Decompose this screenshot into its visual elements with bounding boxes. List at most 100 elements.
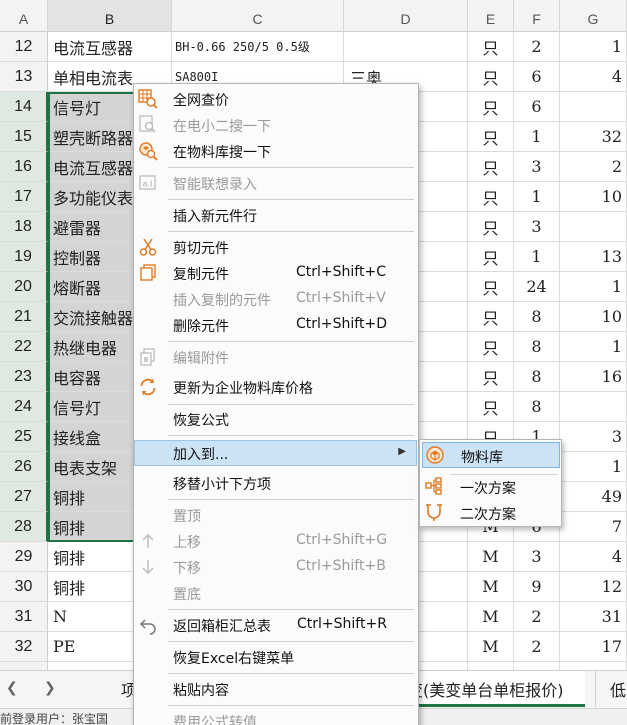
row-header[interactable]: 30 [0,572,48,602]
row-header[interactable]: 23 [0,362,48,392]
cell-e[interactable]: 只 [468,362,514,392]
row-header[interactable]: 21 [0,302,48,332]
row-header[interactable]: 31 [0,602,48,632]
cell-g[interactable]: 3 [560,422,627,452]
cell-e[interactable]: 只 [468,122,514,152]
cell-f[interactable]: 24 [514,272,560,302]
menu-item-restore-formula[interactable]: 恢复公式 [134,406,418,432]
cell-e[interactable]: 只 [468,242,514,272]
cell-e[interactable]: 只 [468,392,514,422]
cell-g[interactable]: 1 [560,452,627,482]
row-header[interactable]: 25 [0,422,48,452]
cell-f[interactable]: 8 [514,302,560,332]
menu-item-paste-content[interactable]: 粘贴内容 [134,676,418,702]
sheet-tab-next[interactable]: 低 [595,671,627,707]
cell-g[interactable] [560,392,627,422]
cell-f[interactable]: 3 [514,212,560,242]
cell-e[interactable]: 只 [468,152,514,182]
menu-item-search-library[interactable]: 在物料库搜一下 [134,138,418,164]
cell-g[interactable] [560,212,627,242]
menu-item-cut[interactable]: 剪切元件 [134,234,418,260]
cell-g[interactable]: 1 [560,332,627,362]
tab-scroll-left-icon[interactable]: ❮ [6,680,18,696]
column-header-B[interactable]: B [48,0,172,32]
cell-f[interactable]: 2 [514,32,560,62]
cell-e[interactable]: 只 [468,272,514,302]
cell-g[interactable]: 13 [560,242,627,272]
submenu-item-secondary-scheme[interactable]: 二次方案 [422,500,560,526]
menu-item-add-to[interactable]: 加入到... ▶ [134,440,417,466]
cell-f[interactable]: 6 [514,92,560,122]
cell-f[interactable]: 8 [514,332,560,362]
cell-g[interactable]: 49 [560,482,627,512]
cell-f[interactable]: 8 [514,392,560,422]
cell-f[interactable]: 1 [514,122,560,152]
cell-e[interactable]: 只 [468,182,514,212]
row-header[interactable]: 26 [0,452,48,482]
menu-item-restore-excel-menu[interactable]: 恢复Excel右键菜单 [134,644,418,670]
row-header[interactable]: 15 [0,122,48,152]
row-header[interactable]: 13 [0,62,48,92]
row-header[interactable]: 28 [0,512,48,542]
row-header[interactable]: 17 [0,182,48,212]
row-header[interactable]: 12 [0,32,48,62]
cell-e[interactable]: M [468,632,514,662]
cell-f[interactable]: 2 [514,602,560,632]
cell-f[interactable]: 1 [514,182,560,212]
column-header-G[interactable]: G [560,0,627,32]
menu-item-insert-row[interactable]: 插入新元件行 [134,202,418,228]
cell-f[interactable] [514,662,560,670]
menu-item-search-dianxiaoer[interactable]: 在电小二搜一下 [134,112,418,138]
tab-scroll-right-icon[interactable]: ❯ [44,680,56,696]
menu-item-delete[interactable]: 删除元件 Ctrl+Shift+D [134,312,418,338]
cell-f[interactable]: 6 [514,62,560,92]
row-header[interactable]: 14 [0,92,48,122]
column-header-D[interactable]: D [344,0,468,32]
cell-f[interactable]: 8 [514,362,560,392]
cell-g[interactable]: 10 [560,302,627,332]
submenu-item-library[interactable]: 物料库 [422,442,560,468]
cell-f[interactable]: 9 [514,572,560,602]
cell-f[interactable]: 2 [514,632,560,662]
menu-item-insert-copied[interactable]: 插入复制的元件 Ctrl+Shift+V [134,286,418,312]
column-header-C[interactable]: C [172,0,344,32]
cell-d[interactable] [344,32,468,62]
menu-item-move-up[interactable]: 上移 Ctrl+Shift+G [134,528,418,554]
submenu-item-primary-scheme[interactable]: 一次方案 [422,474,560,500]
menu-item-smart-input[interactable]: a.I 智能联想录入 [134,170,418,196]
menu-item-update-price[interactable]: 更新为企业物料库价格 [134,374,418,400]
cell-e[interactable]: 只 [468,32,514,62]
cell-g[interactable]: 16 [560,362,627,392]
cell-g[interactable]: 1 [560,32,627,62]
row-header[interactable]: 18 [0,212,48,242]
sheet-tab-active[interactable]: 变(美变单台单柜报价) [405,671,585,707]
row-header[interactable]: 16 [0,152,48,182]
row-header[interactable]: 27 [0,482,48,512]
cell-g[interactable]: 10 [560,182,627,212]
menu-item-web-price[interactable]: 全网查价 [134,86,418,112]
cell-g[interactable]: 17 [560,632,627,662]
cell-e[interactable]: 只 [468,332,514,362]
row-header[interactable]: 20 [0,272,48,302]
column-header-A[interactable]: A [0,0,48,32]
cell-e[interactable]: M [468,572,514,602]
cell-g[interactable] [560,92,627,122]
menu-item-copy[interactable]: 复制元件 Ctrl+Shift+C [134,260,418,286]
cell-g[interactable]: 4 [560,542,627,572]
cell-c[interactable]: BH-0.66 250/5 0.5级 [172,32,344,62]
cell-g[interactable]: 7 [560,512,627,542]
column-header-F[interactable]: F [514,0,560,32]
cell-g[interactable]: 2 [560,152,627,182]
menu-item-edit-attachment[interactable]: 编辑附件 [134,344,418,370]
row-header[interactable]: 32 [0,632,48,662]
cell-g[interactable]: 4 [560,62,627,92]
cell-e[interactable] [468,662,514,670]
cell-e[interactable]: 只 [468,92,514,122]
cell-f[interactable]: 3 [514,152,560,182]
cell-g[interactable]: 31 [560,602,627,632]
menu-item-move-down[interactable]: 下移 Ctrl+Shift+B [134,554,418,580]
menu-item-move-subtotal[interactable]: 移替小计下方项 [134,470,418,496]
row-header[interactable]: 29 [0,542,48,572]
cell-b[interactable]: 电流互感器 [48,32,172,62]
cell-f[interactable]: 3 [514,542,560,572]
